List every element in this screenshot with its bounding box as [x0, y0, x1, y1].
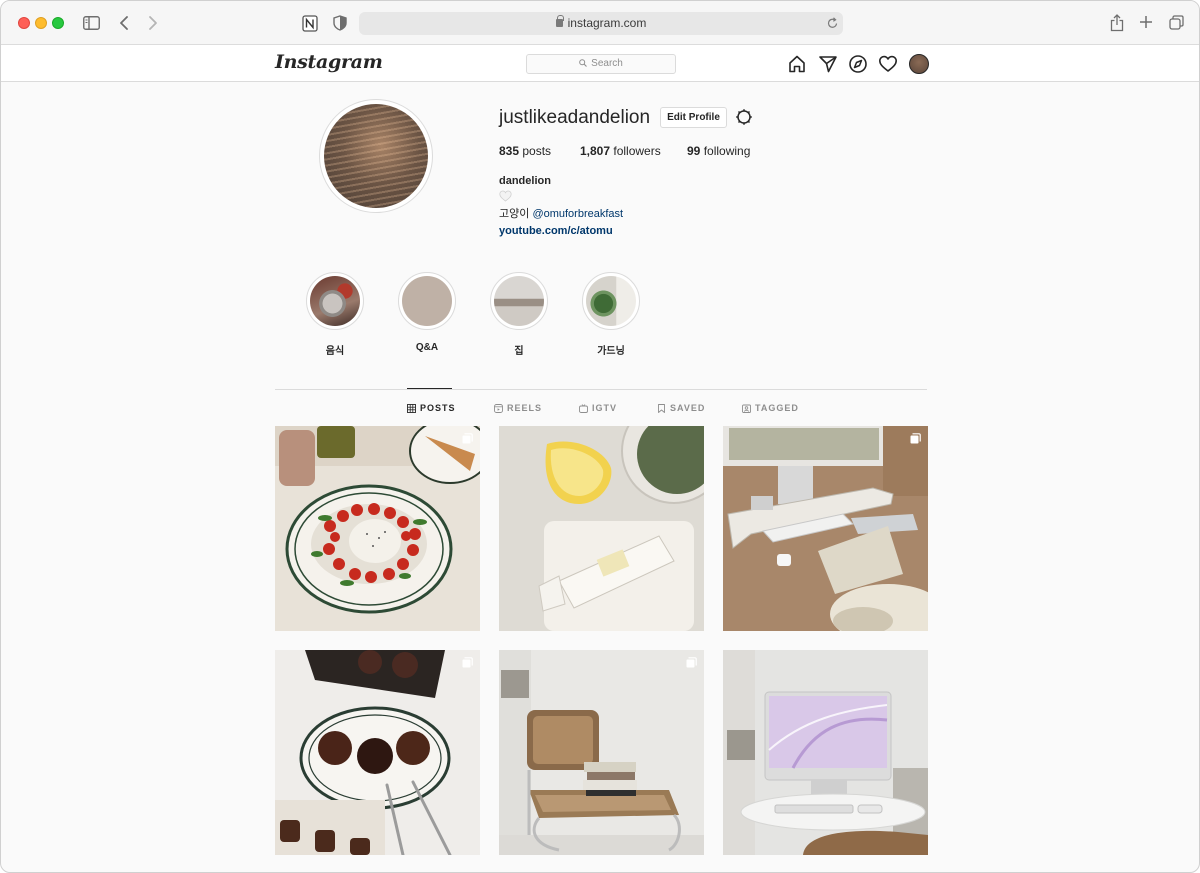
highlight-label: 집 — [514, 346, 524, 357]
multiple-photos-icon — [910, 433, 921, 444]
post-tile[interactable] — [723, 650, 928, 855]
instagram-nav: Instagram Search — [1, 45, 1199, 82]
close-window-button[interactable] — [18, 17, 30, 29]
multiple-photos-icon — [686, 657, 697, 668]
highlight-home[interactable]: 집 — [489, 272, 549, 357]
post-image-caprese — [275, 426, 480, 631]
followers-count: 1,807 — [580, 144, 611, 158]
followers-label: followers — [613, 144, 661, 158]
profile-display-name: dandelion — [499, 175, 551, 187]
grid-icon — [407, 403, 416, 413]
bio-heart: 🤍 — [499, 190, 623, 207]
tab-igtv[interactable]: IGTV — [579, 403, 617, 413]
browser-toolbar: instagram.com — [1, 1, 1199, 45]
post-image-desk-setup — [723, 426, 928, 631]
post-tile[interactable] — [275, 650, 480, 855]
profile-avatar[interactable] — [319, 99, 433, 213]
direct-message-icon[interactable] — [818, 54, 838, 74]
post-tile[interactable] — [723, 426, 928, 631]
browser-window: instagram.com Instagram Search justlikea… — [0, 0, 1200, 873]
new-tab-icon[interactable] — [1138, 14, 1154, 30]
post-image-lemon-butter — [499, 426, 704, 631]
highlight-ring — [306, 272, 364, 330]
highlight-food[interactable]: 음식 — [305, 272, 365, 357]
settings-gear-icon[interactable] — [735, 108, 753, 126]
notion-extension-icon[interactable] — [301, 14, 318, 32]
tab-posts-label: POSTS — [420, 403, 456, 413]
tab-igtv-label: IGTV — [592, 403, 618, 413]
address-bar[interactable]: instagram.com — [359, 12, 843, 35]
bio-line: 고양이 @omuforbreakfast — [499, 206, 623, 223]
sidebar-icon[interactable] — [82, 15, 100, 31]
post-tile[interactable] — [499, 426, 704, 631]
reload-icon[interactable] — [825, 16, 839, 30]
url-text: instagram.com — [567, 16, 647, 30]
highlight-ring — [490, 272, 548, 330]
lock-icon — [555, 15, 564, 27]
profile-bio: dandelion 🤍 고양이 @omuforbreakfast youtube… — [499, 173, 623, 239]
minimize-window-button[interactable] — [35, 17, 47, 29]
post-tile[interactable] — [499, 650, 704, 855]
tab-reels-label: REELS — [507, 403, 543, 413]
forward-icon[interactable] — [146, 14, 160, 32]
share-icon[interactable] — [1109, 13, 1125, 32]
search-placeholder: Search — [591, 58, 623, 69]
bio-line-prefix: 고양이 — [499, 208, 530, 220]
highlight-cover — [310, 276, 360, 326]
reels-icon — [494, 403, 503, 413]
back-icon[interactable] — [117, 14, 131, 32]
zoom-window-button[interactable] — [52, 17, 64, 29]
highlight-gardening[interactable]: 가드닝 — [581, 272, 641, 357]
bio-website-link[interactable]: youtube.com/c/atomu — [499, 223, 623, 240]
multiple-photos-icon — [462, 433, 473, 444]
search-input[interactable]: Search — [526, 54, 676, 74]
profile-username: justlikeadandelion — [499, 107, 651, 128]
profile-avatar-image — [324, 104, 428, 208]
instagram-logo[interactable]: Instagram — [275, 51, 383, 73]
highlight-label: Q&A — [415, 342, 439, 353]
post-tile[interactable] — [275, 426, 480, 631]
home-icon[interactable] — [787, 54, 807, 74]
igtv-icon — [579, 403, 588, 413]
address-text: instagram.com — [359, 15, 843, 30]
shield-icon[interactable] — [332, 14, 348, 32]
white-heart-icon — [499, 190, 512, 202]
tab-tagged[interactable]: TAGGED — [742, 403, 799, 413]
highlight-label: 음식 — [325, 346, 345, 357]
multiple-photos-icon — [462, 657, 473, 668]
tab-saved[interactable]: SAVED — [657, 403, 705, 413]
search-icon — [579, 56, 588, 74]
highlight-label: 가드닝 — [597, 346, 625, 357]
highlight-cover — [494, 276, 544, 326]
highlight-ring — [398, 272, 456, 330]
highlight-qna[interactable]: Q&A — [397, 272, 457, 353]
explore-icon[interactable] — [848, 54, 868, 74]
following-label: following — [703, 144, 751, 158]
edit-profile-button[interactable]: Edit Profile — [660, 107, 727, 128]
post-image-canele — [275, 650, 480, 855]
tab-tagged-label: TAGGED — [755, 403, 799, 413]
followers-stat[interactable]: 1,807 followers — [580, 144, 661, 158]
posts-label: posts — [522, 144, 552, 158]
post-image-cesca-chair — [499, 650, 704, 855]
tab-posts[interactable]: POSTS — [407, 403, 456, 413]
active-tab-indicator — [407, 388, 452, 389]
posts-count: 835 — [499, 144, 520, 158]
bookmark-icon — [658, 403, 665, 413]
highlight-cover — [586, 276, 636, 326]
activity-heart-icon[interactable] — [878, 54, 898, 74]
tab-reels[interactable]: REELS — [494, 403, 542, 413]
profile-avatar-small[interactable] — [909, 54, 929, 74]
tab-overview-icon[interactable] — [1168, 14, 1185, 31]
following-count: 99 — [687, 144, 701, 158]
tab-saved-label: SAVED — [670, 403, 706, 413]
highlight-ring — [582, 272, 640, 330]
highlight-cover — [402, 276, 452, 326]
bio-mention-link[interactable]: @omuforbreakfast — [532, 208, 623, 220]
tabs-divider — [275, 389, 927, 390]
post-image-imac — [723, 650, 928, 855]
posts-stat: 835 posts — [499, 144, 551, 158]
tagged-icon — [742, 404, 751, 413]
following-stat[interactable]: 99 following — [687, 144, 750, 158]
